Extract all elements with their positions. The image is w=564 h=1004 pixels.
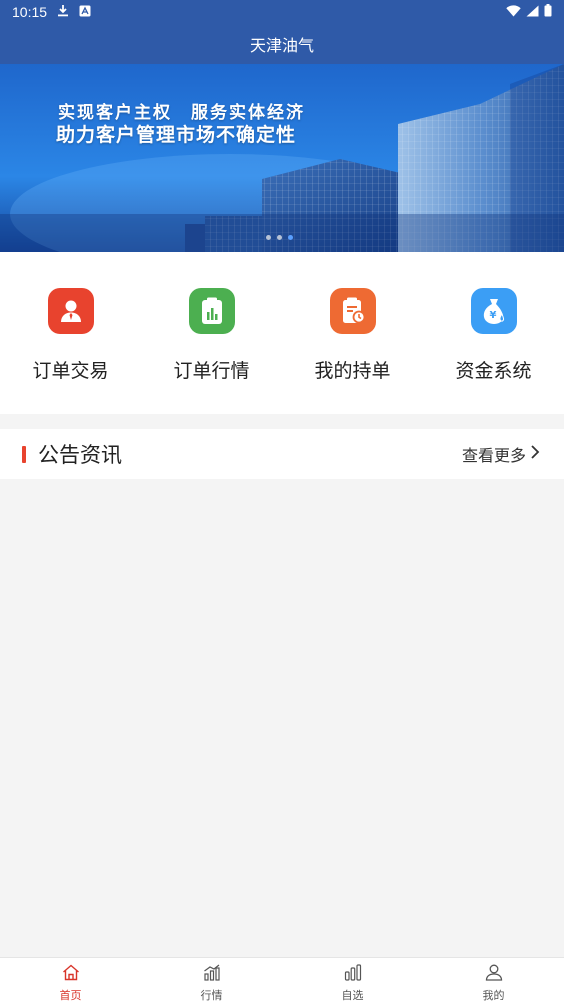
menu-item-fund-system[interactable]: ¥ 资金系统 [423, 252, 564, 414]
menu-item-order-trade[interactable]: 订单交易 [0, 252, 141, 414]
money-bag-icon: ¥ [470, 288, 517, 334]
menu-item-label: 订单交易 [32, 360, 109, 382]
notice-accent-bar [22, 445, 26, 463]
banner-buildings-image [0, 64, 564, 252]
battery-icon [544, 4, 552, 20]
menu-item-label: 资金系统 [455, 360, 532, 382]
menu-item-my-holdings[interactable]: 我的持单 [282, 252, 423, 414]
chevron-right-icon [530, 444, 540, 464]
signal-icon [526, 4, 539, 20]
banner-slogan-line2: 助力客户管理市场不确定性 [56, 124, 297, 146]
carousel-dot[interactable] [277, 235, 282, 240]
tab-watchlist[interactable]: 自选 [282, 958, 423, 1004]
page-title: 天津油气 [249, 36, 314, 55]
person-icon [485, 964, 503, 985]
chart-clipboard-icon [188, 288, 235, 334]
status-bar: 10:15 [0, 0, 564, 24]
wifi-icon [506, 4, 521, 20]
notice-list-area [0, 479, 564, 957]
tab-label: 首页 [59, 989, 82, 1002]
clipboard-clock-icon [329, 288, 376, 334]
tab-label: 我的 [482, 989, 505, 1002]
title-bar: 天津油气 [0, 24, 564, 64]
download-icon [57, 4, 69, 20]
bottom-tab-bar: 首页 行情 自选 我的 [0, 957, 564, 1004]
notice-title: 公告资讯 [38, 443, 122, 467]
quick-menu: 订单交易 订单行情 我的持单 ¥ 资金系统 [0, 252, 564, 414]
banner-carousel[interactable]: 实现客户主权 服务实体经济 助力客户管理市场不确定性 [0, 64, 564, 252]
market-chart-icon [203, 964, 221, 985]
app-notification-icon [79, 4, 91, 20]
carousel-indicator [266, 235, 293, 240]
menu-item-order-market[interactable]: 订单行情 [141, 252, 282, 414]
tab-profile[interactable]: 我的 [423, 958, 564, 1004]
tab-market[interactable]: 行情 [141, 958, 282, 1004]
view-more-link[interactable]: 查看更多 [462, 442, 540, 466]
view-more-label: 查看更多 [461, 446, 526, 465]
menu-item-label: 订单行情 [173, 360, 250, 382]
tab-label: 行情 [200, 989, 223, 1002]
status-time: 10:15 [12, 4, 48, 20]
tab-label: 自选 [341, 989, 364, 1002]
svg-text:¥: ¥ [489, 310, 496, 321]
home-icon [62, 964, 80, 985]
menu-item-label: 我的持单 [314, 360, 391, 382]
bars-icon [344, 964, 362, 985]
tab-home[interactable]: 首页 [0, 958, 141, 1004]
carousel-dot[interactable] [266, 235, 271, 240]
user-icon [47, 288, 94, 334]
notice-section-header: 公告资讯 查看更多 [0, 429, 564, 479]
carousel-dot-active[interactable] [288, 235, 293, 240]
